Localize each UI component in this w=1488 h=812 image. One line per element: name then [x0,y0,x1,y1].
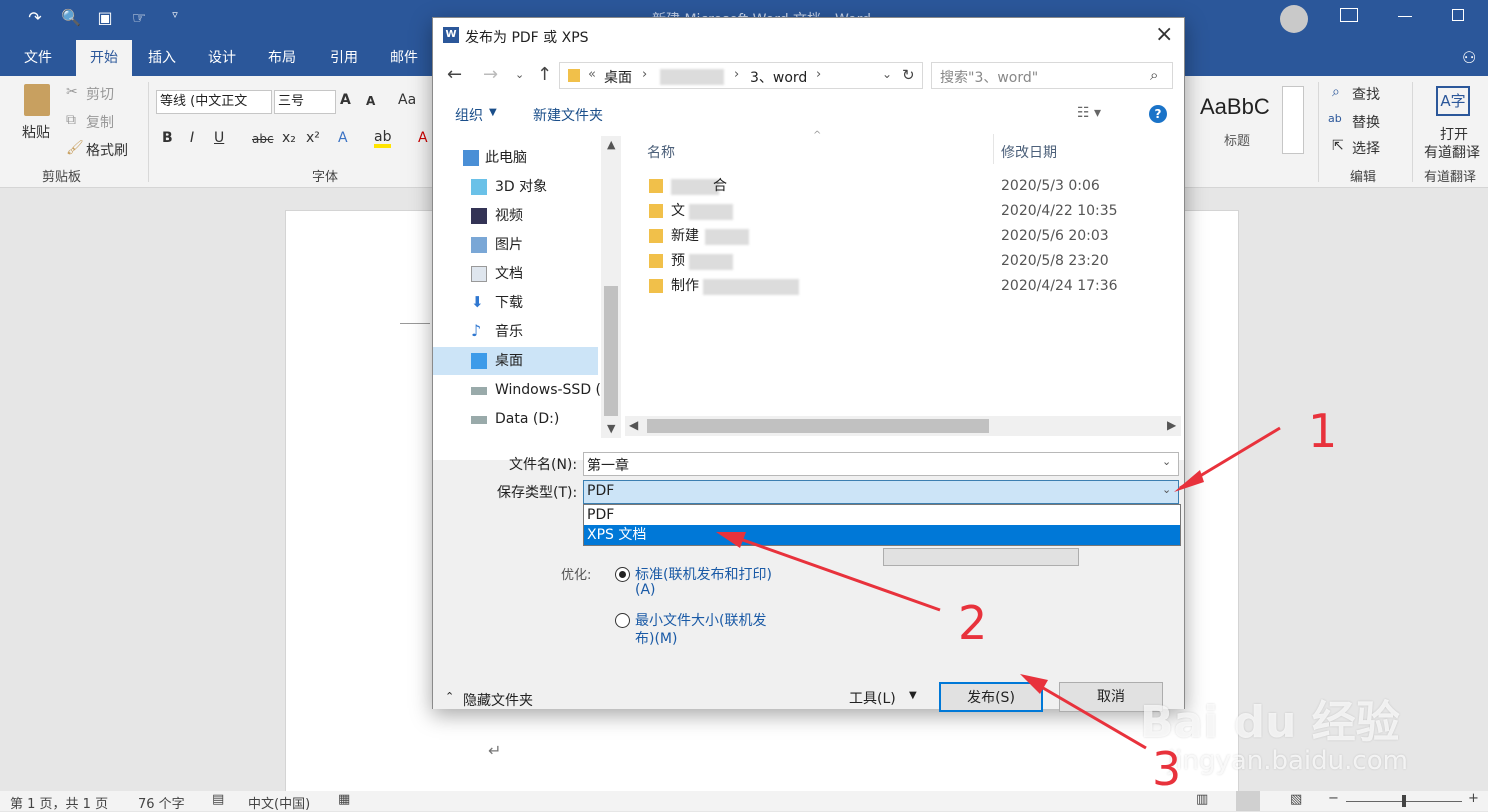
annotation-2: 2 [958,596,988,650]
arrowhead-2 [716,532,746,548]
arrowhead-3 [1020,674,1048,694]
annotation-arrows [716,426,1281,750]
annotation-3: 3 [1152,742,1182,796]
arrow-3 [1025,676,1147,750]
annotation-1: 1 [1308,404,1338,458]
arrowhead-1 [1174,470,1204,492]
arrow-2 [725,532,941,612]
